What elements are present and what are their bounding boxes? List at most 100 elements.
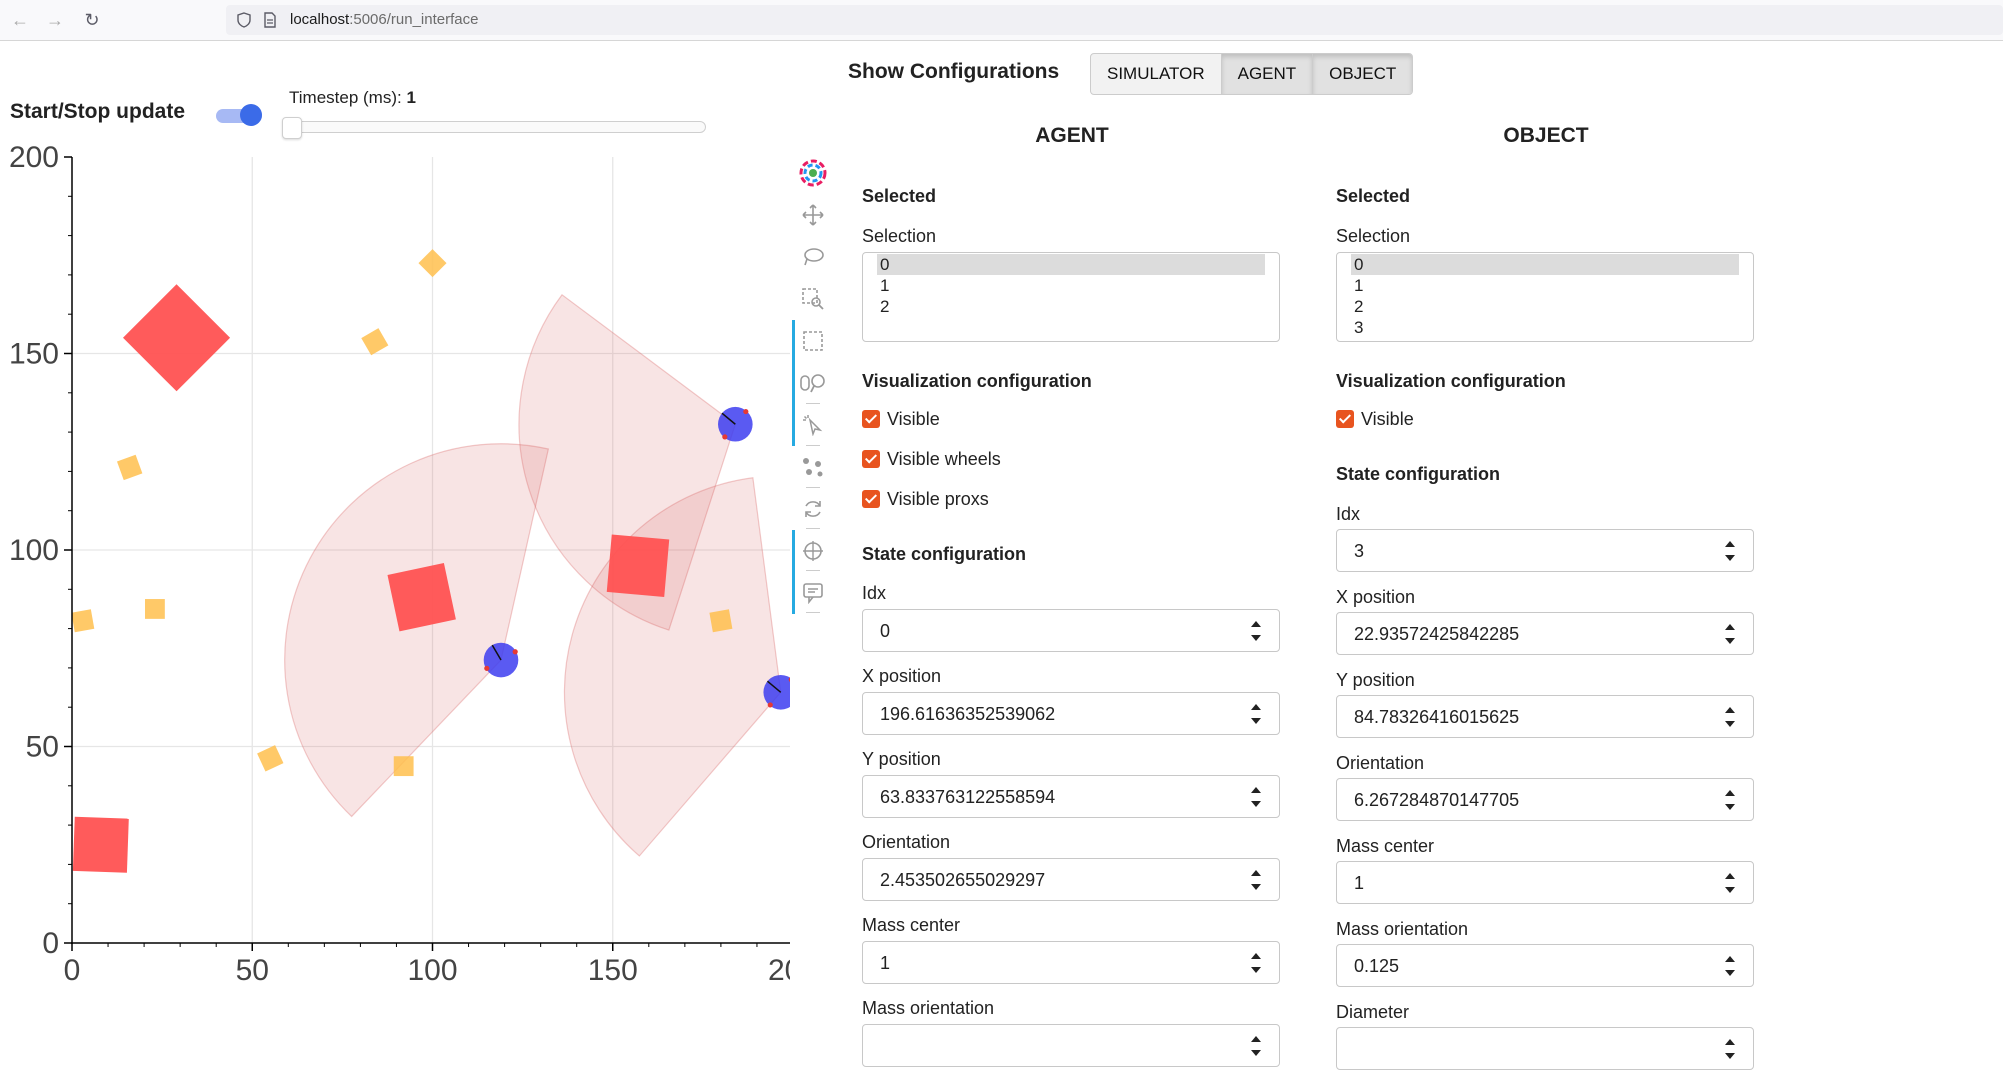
spin-down-icon[interactable]	[1725, 970, 1735, 976]
resource-square[interactable]	[71, 609, 95, 633]
object-square[interactable]	[606, 534, 670, 597]
resource-square[interactable]	[116, 454, 143, 481]
object-y-label: Y position	[1336, 670, 1415, 690]
spin-down-icon[interactable]	[1251, 884, 1261, 890]
resource-square[interactable]	[418, 249, 447, 278]
point-draw-icon[interactable]	[794, 448, 832, 486]
list-item[interactable]: 1	[877, 275, 1265, 296]
spin-up-icon[interactable]	[1251, 787, 1261, 793]
spin-down-icon[interactable]	[1725, 1053, 1735, 1059]
simulator-button[interactable]: SIMULATOR	[1091, 54, 1222, 94]
spin-up-icon[interactable]	[1725, 541, 1735, 547]
spin-down-icon[interactable]	[1251, 801, 1261, 807]
spin-down-icon[interactable]	[1251, 718, 1261, 724]
agent-orientation-input[interactable]: 2.453502655029297	[862, 858, 1280, 901]
resource-square[interactable]	[393, 756, 414, 777]
x-tick-label: 100	[407, 954, 457, 987]
start-stop-toggle[interactable]	[216, 104, 262, 126]
object-square[interactable]	[123, 284, 231, 392]
checkbox-checked-icon[interactable]	[862, 490, 880, 508]
agent-button[interactable]: AGENT	[1221, 54, 1314, 94]
y-tick-label: 200	[9, 145, 59, 174]
slider-handle[interactable]	[282, 117, 302, 139]
checkbox-label: Visible proxs	[887, 488, 989, 509]
object-x-input[interactable]: 22.93572425842285	[1336, 612, 1754, 655]
spin-down-icon[interactable]	[1725, 804, 1735, 810]
pan-icon[interactable]	[794, 196, 832, 234]
input-value: 84.78326416015625	[1354, 707, 1520, 727]
spin-down-icon[interactable]	[1725, 638, 1735, 644]
object-selection-label: Selection	[1336, 226, 1411, 246]
list-item[interactable]: 0	[877, 254, 1265, 275]
spin-up-icon[interactable]	[1725, 956, 1735, 962]
object-selection-list[interactable]: 0 1 2 3	[1336, 252, 1754, 342]
spin-down-icon[interactable]	[1725, 721, 1735, 727]
list-item[interactable]: 2	[877, 296, 1265, 317]
resource-square[interactable]	[145, 599, 165, 619]
spin-down-icon[interactable]	[1251, 635, 1261, 641]
object-mass-center-input[interactable]: 1	[1336, 861, 1754, 904]
lasso-select-icon[interactable]	[794, 238, 832, 276]
object-mass-orientation-input[interactable]: 0.125	[1336, 944, 1754, 987]
object-orientation-label: Orientation	[1336, 753, 1425, 773]
resource-square[interactable]	[257, 745, 284, 772]
reload-icon[interactable]: ↻	[80, 8, 104, 32]
box-select-icon[interactable]	[794, 322, 832, 360]
y-tick-label: 100	[9, 534, 59, 567]
agent-visible-wheels-checkbox[interactable]: Visible wheels	[862, 448, 1001, 470]
spin-up-icon[interactable]	[1725, 707, 1735, 713]
spin-down-icon[interactable]	[1251, 1050, 1261, 1056]
spin-up-icon[interactable]	[1725, 873, 1735, 879]
crosshair-icon[interactable]	[794, 532, 832, 570]
spin-up-icon[interactable]	[1725, 790, 1735, 796]
agent-y-label: Y position	[862, 749, 941, 769]
agent-mass-center-input[interactable]: 1	[862, 941, 1280, 984]
agent-orientation-label: Orientation	[862, 832, 951, 852]
list-item[interactable]: 1	[1351, 275, 1739, 296]
timestep-slider[interactable]	[282, 117, 706, 141]
tap-icon[interactable]	[794, 406, 832, 444]
object-square[interactable]	[387, 562, 456, 632]
object-visible-checkbox[interactable]: Visible	[1336, 408, 1414, 430]
agent-x-input[interactable]: 196.61636352539062	[862, 692, 1280, 735]
simulation-plot[interactable]: 0 50 100 150 200 0 50 100 150 200	[0, 145, 790, 990]
spin-up-icon[interactable]	[1251, 953, 1261, 959]
checkbox-checked-icon[interactable]	[1336, 410, 1354, 428]
object-square[interactable]	[72, 816, 129, 873]
resource-square[interactable]	[709, 609, 733, 633]
object-diameter-input[interactable]	[1336, 1027, 1754, 1070]
agent-visible-proxs-checkbox[interactable]: Visible proxs	[862, 488, 989, 510]
object-idx-input[interactable]: 3	[1336, 529, 1754, 572]
forward-arrow-icon[interactable]: →	[43, 8, 67, 32]
hover-icon[interactable]	[794, 574, 832, 612]
spin-up-icon[interactable]	[1251, 621, 1261, 627]
reset-icon[interactable]	[794, 490, 832, 528]
back-arrow-icon[interactable]: ←	[8, 8, 32, 32]
object-orientation-input[interactable]: 6.267284870147705	[1336, 778, 1754, 821]
checkbox-checked-icon[interactable]	[862, 450, 880, 468]
spin-down-icon[interactable]	[1251, 967, 1261, 973]
input-value: 22.93572425842285	[1354, 624, 1520, 644]
spin-up-icon[interactable]	[1725, 624, 1735, 630]
agent-idx-input[interactable]: 0	[862, 609, 1280, 652]
agent-mass-orientation-input[interactable]	[862, 1024, 1280, 1067]
checkbox-checked-icon[interactable]	[862, 410, 880, 428]
agent-selection-list[interactable]: 0 1 2	[862, 252, 1280, 342]
spin-up-icon[interactable]	[1251, 704, 1261, 710]
spin-down-icon[interactable]	[1725, 555, 1735, 561]
spin-down-icon[interactable]	[1725, 887, 1735, 893]
object-button[interactable]: OBJECT	[1313, 54, 1413, 94]
list-item[interactable]: 2	[1351, 296, 1739, 317]
spin-up-icon[interactable]	[1725, 1039, 1735, 1045]
object-y-input[interactable]: 84.78326416015625	[1336, 695, 1754, 738]
box-zoom-icon[interactable]	[794, 280, 832, 318]
agent-y-input[interactable]: 63.833763122558594	[862, 775, 1280, 818]
spin-up-icon[interactable]	[1251, 870, 1261, 876]
wheel-zoom-icon[interactable]	[794, 364, 832, 402]
address-bar[interactable]: localhost:5006/run_interface	[226, 5, 2003, 35]
list-item[interactable]: 3	[1351, 317, 1739, 338]
agent-heading: AGENT	[1035, 124, 1109, 147]
agent-visible-checkbox[interactable]: Visible	[862, 408, 940, 430]
list-item[interactable]: 0	[1351, 254, 1739, 275]
resource-square[interactable]	[361, 328, 389, 356]
